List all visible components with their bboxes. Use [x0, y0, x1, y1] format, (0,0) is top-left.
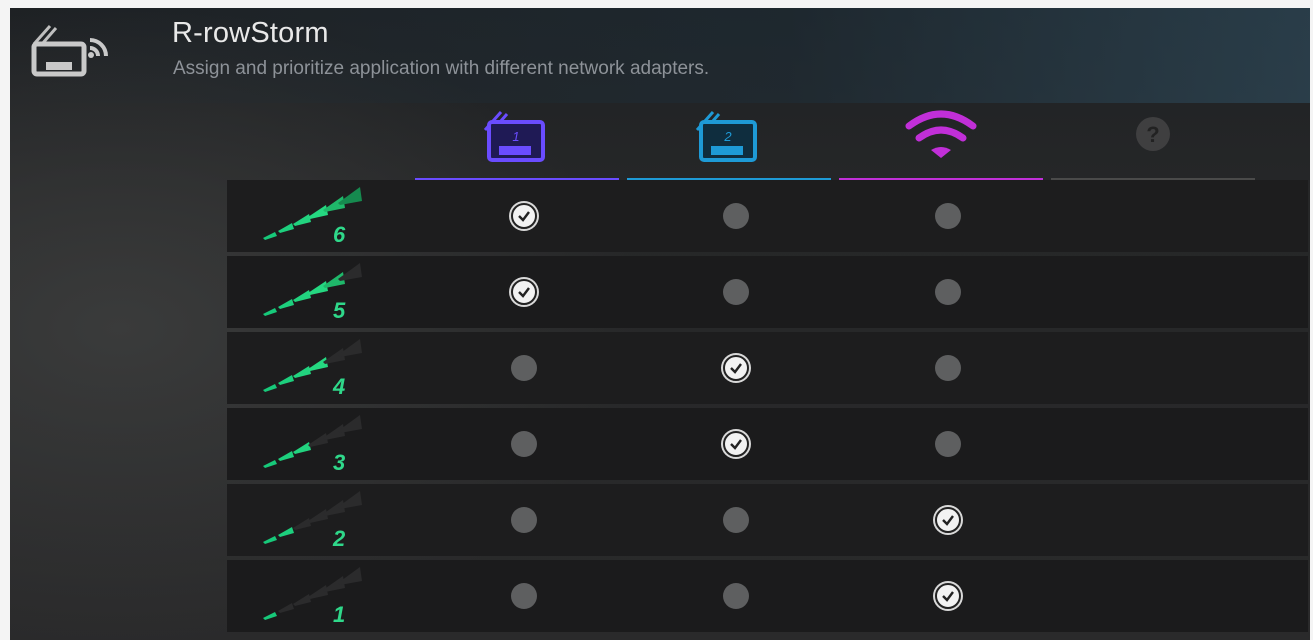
gauge-segment: [263, 232, 277, 240]
priority-level-label: 4: [332, 374, 345, 399]
help-icon: ?: [1136, 117, 1170, 151]
priority-row: 2: [227, 484, 1308, 556]
gauge-segment: [293, 518, 311, 530]
priority-gauge-icon: 6: [263, 187, 362, 247]
gauge-segment: [338, 187, 362, 205]
gauge-segment: [263, 536, 277, 544]
help-label: ?: [1146, 122, 1159, 147]
priority-gauge-icon: 4: [263, 339, 362, 399]
column-header-help[interactable]: ?: [1051, 100, 1255, 182]
gauge-segment: [278, 375, 294, 385]
priority-row: 6: [227, 180, 1308, 252]
gauge-segment: [263, 612, 277, 620]
adapter-radio[interactable]: [935, 431, 961, 457]
priority-level-label: 6: [333, 222, 346, 247]
wifi-icon: [905, 110, 977, 158]
page-subtitle: Assign and prioritize application with d…: [173, 58, 710, 79]
gauge-segment: [338, 491, 362, 509]
priority-gauge-icon: 3: [263, 415, 362, 475]
column-header-lan-1[interactable]: 1: [415, 100, 619, 182]
priority-level-label: 1: [333, 602, 345, 627]
rowstorm-window: R-rowStorm Assign and prioritize applica…: [10, 8, 1310, 640]
priority-row: 5: [227, 256, 1308, 328]
gauge-segment: [338, 339, 362, 357]
adapter-radio-selected[interactable]: [723, 355, 749, 381]
adapter-radio-selected[interactable]: [723, 431, 749, 457]
lan-wifi-icon: [31, 25, 108, 77]
ethernet-port-2-icon: 2: [695, 111, 757, 162]
gauge-segment: [293, 290, 311, 302]
priority-level-label: 5: [333, 298, 346, 323]
priority-row: 4: [227, 332, 1308, 404]
priority-row: 1: [227, 560, 1308, 632]
gauge-segment: [338, 263, 362, 281]
adapter-2-label: 2: [723, 129, 732, 144]
gauge-segment: [263, 460, 277, 468]
priority-gauge-icon: 2: [263, 491, 362, 551]
priority-level-label: 3: [333, 450, 345, 475]
adapter-radio[interactable]: [723, 203, 749, 229]
gauge-segment: [263, 308, 277, 316]
gauge-segment: [278, 527, 294, 537]
adapter-radio-selected[interactable]: [935, 583, 961, 609]
gauge-segment: [278, 603, 294, 613]
priority-row: 3: [227, 408, 1308, 480]
ethernet-port-1-icon: 1: [483, 111, 545, 162]
priority-level-label: 2: [332, 526, 346, 551]
check-icon: [942, 591, 954, 602]
adapter-radio-selected[interactable]: [935, 507, 961, 533]
adapter-radio[interactable]: [723, 507, 749, 533]
gauge-segment: [263, 384, 277, 392]
adapter-radio[interactable]: [723, 279, 749, 305]
check-icon: [730, 363, 742, 374]
gauge-segment: [278, 223, 294, 233]
gauge-segment: [293, 442, 311, 454]
adapter-radio[interactable]: [511, 431, 537, 457]
check-icon: [730, 439, 742, 450]
adapter-radio[interactable]: [935, 355, 961, 381]
gauge-segment: [293, 594, 311, 606]
check-icon: [942, 515, 954, 526]
column-header-wifi[interactable]: [839, 100, 1043, 182]
adapter-radio[interactable]: [935, 279, 961, 305]
priority-table: 6 5 4 3 2 1: [227, 180, 1308, 636]
check-icon: [518, 211, 530, 222]
gauge-segment: [278, 299, 294, 309]
adapter-radio[interactable]: [511, 355, 537, 381]
gauge-segment: [293, 366, 311, 378]
priority-gauge-icon: 1: [263, 567, 362, 627]
adapter-radio[interactable]: [935, 203, 961, 229]
adapter-radio-selected[interactable]: [511, 279, 537, 305]
adapter-1-label: 1: [512, 129, 519, 144]
adapter-radio-selected[interactable]: [511, 203, 537, 229]
adapter-radio[interactable]: [511, 583, 537, 609]
priority-gauge-icon: 5: [263, 263, 362, 323]
column-header-lan-2[interactable]: 2: [627, 100, 831, 182]
gauge-segment: [278, 451, 294, 461]
gauge-segment: [338, 415, 362, 433]
gauge-segment: [338, 567, 362, 585]
check-icon: [518, 287, 530, 298]
adapter-radio[interactable]: [511, 507, 537, 533]
adapter-radio[interactable]: [723, 583, 749, 609]
gauge-segment: [293, 214, 311, 226]
page-title: R-rowStorm: [172, 17, 329, 49]
